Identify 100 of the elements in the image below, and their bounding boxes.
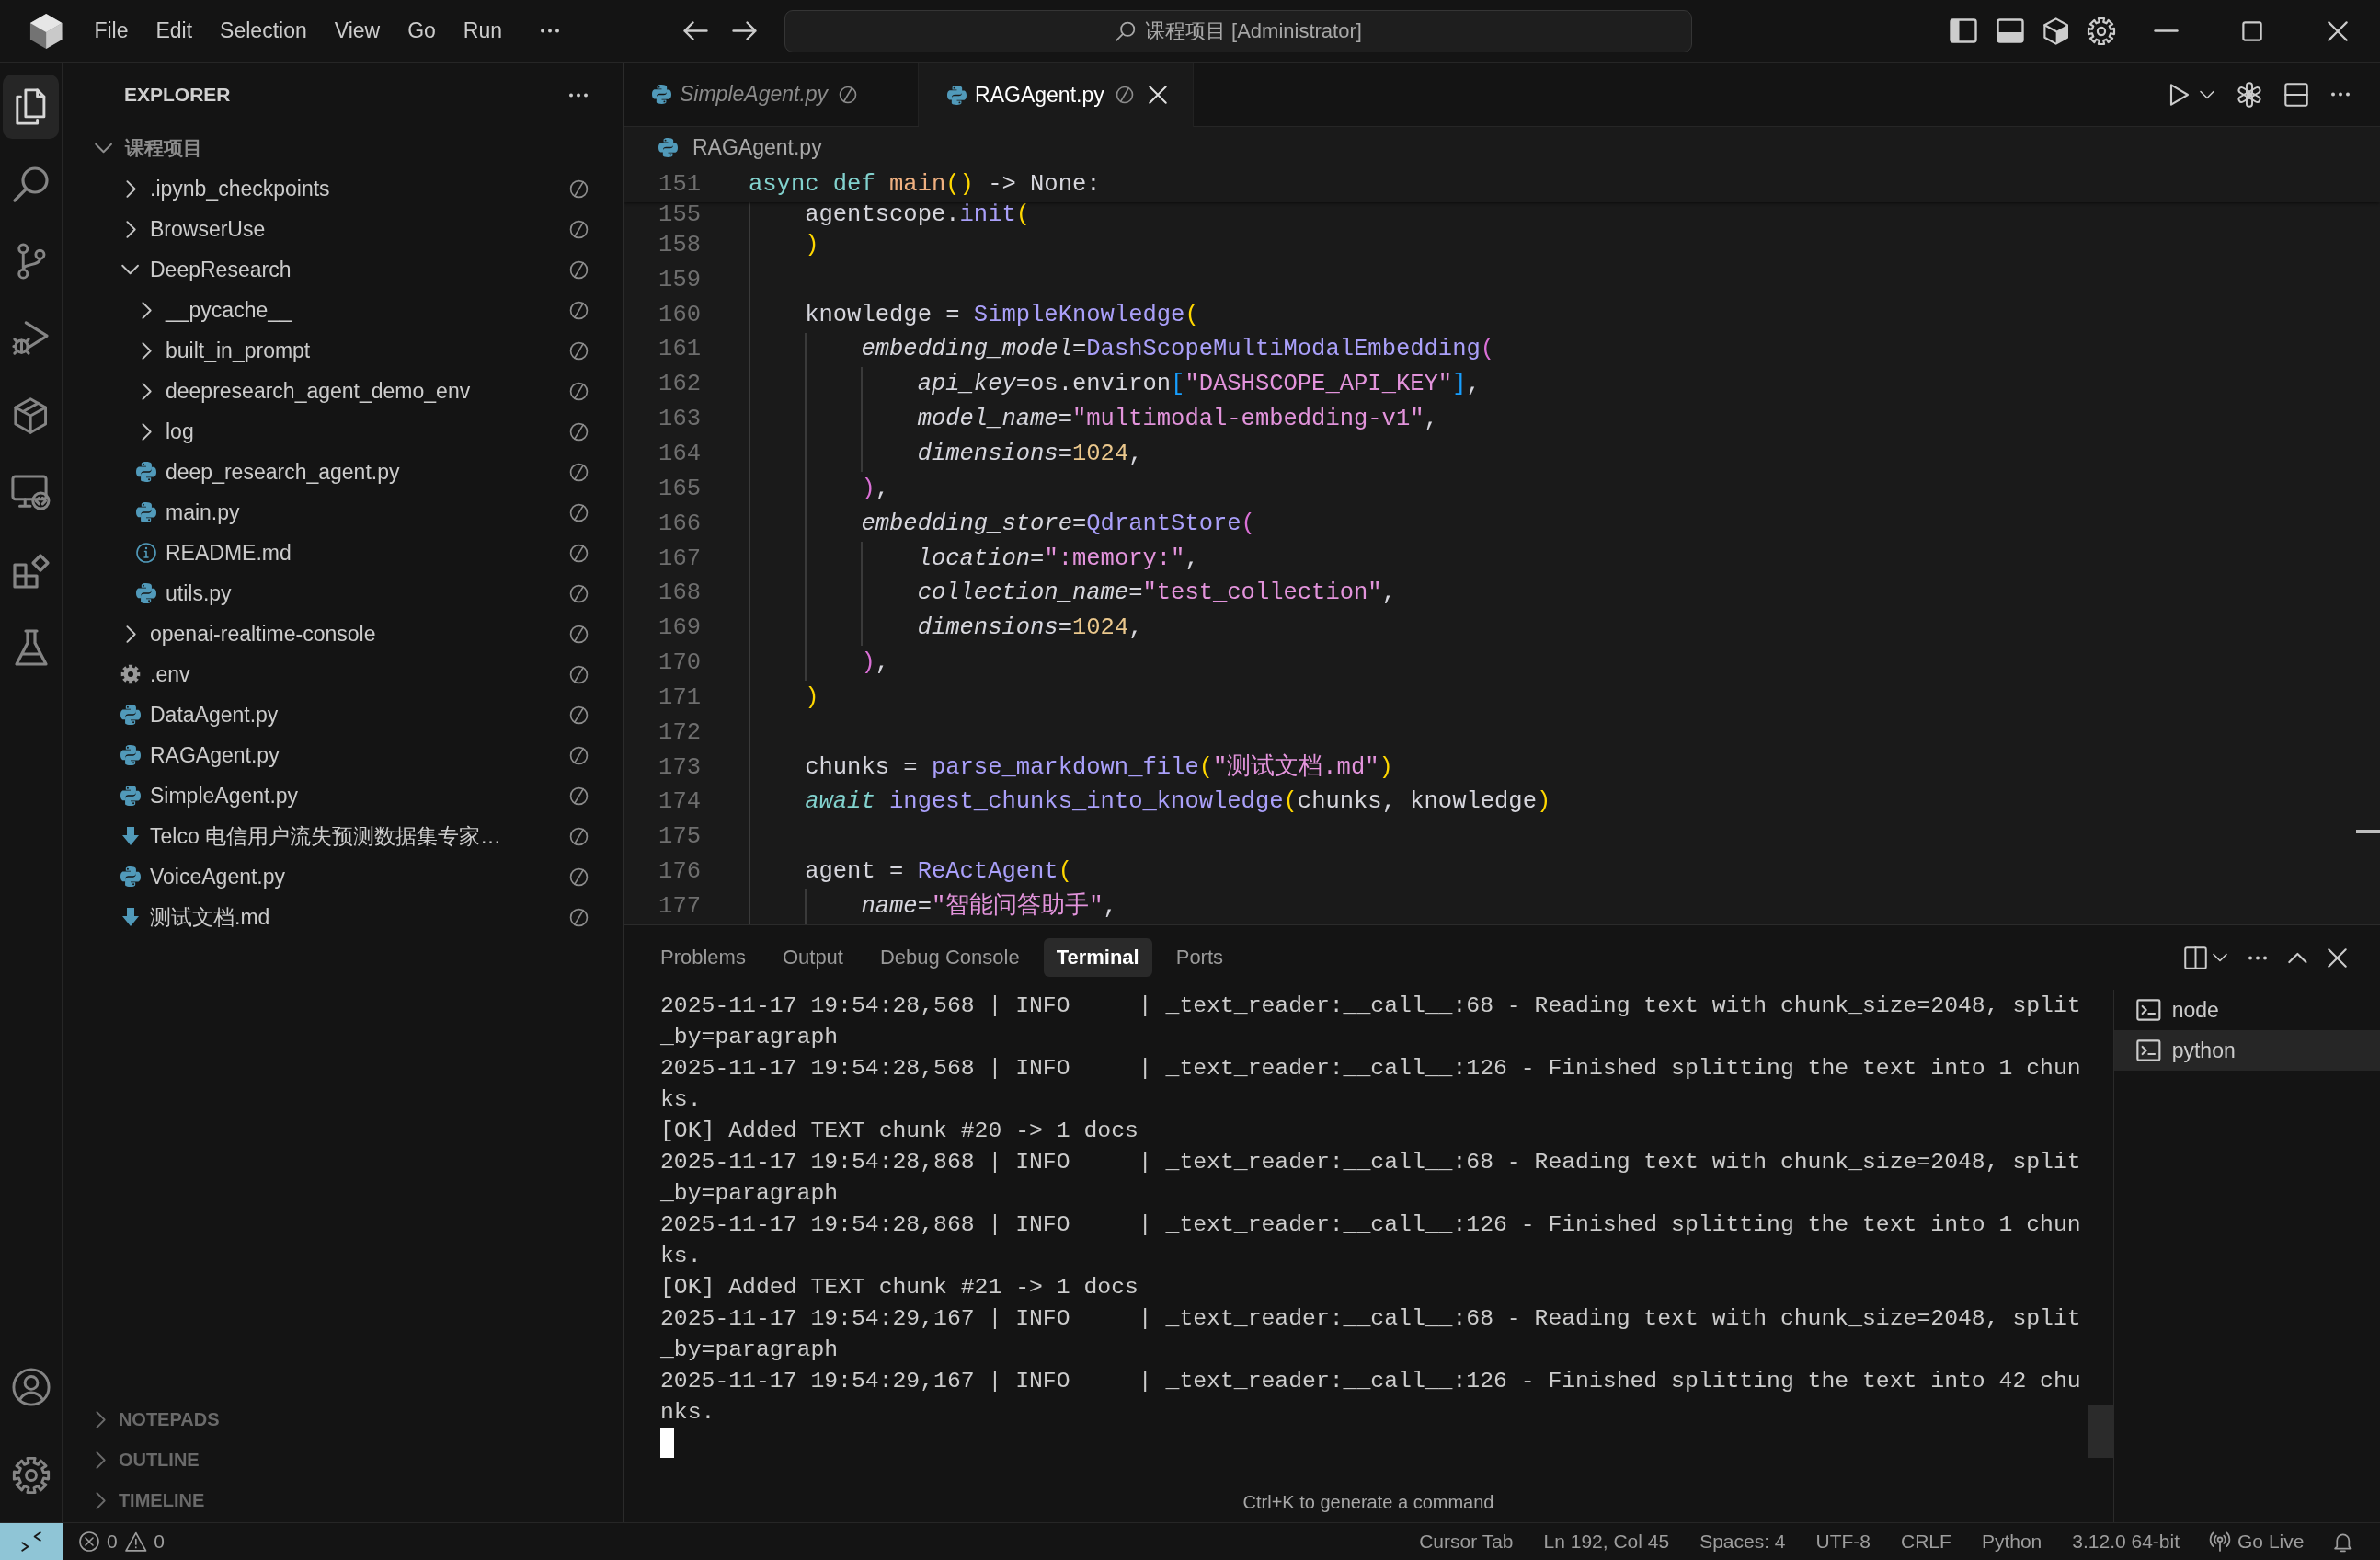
line-number: 164 bbox=[658, 440, 701, 469]
panel-tab[interactable]: Terminal bbox=[1043, 938, 1152, 977]
tree-item[interactable]: DataAgent.py bbox=[63, 694, 623, 735]
slashed-circle-icon bbox=[569, 219, 589, 239]
tree-item[interactable]: BrowserUse bbox=[63, 209, 623, 249]
more-icon[interactable] bbox=[568, 92, 589, 98]
code-line: agentscope.init( bbox=[804, 202, 1031, 228]
info-icon bbox=[136, 543, 156, 563]
panel-tab[interactable]: Problems bbox=[647, 938, 759, 977]
python-file-icon bbox=[136, 583, 156, 603]
tree-item[interactable]: DeepResearch bbox=[63, 249, 623, 290]
tree-item[interactable]: utils.py bbox=[63, 573, 623, 614]
more-icon[interactable] bbox=[540, 29, 561, 33]
sidebar-toggle-icon[interactable] bbox=[1949, 18, 1977, 43]
tree-item[interactable]: Telco 电信用户流失预测数据集专家… bbox=[63, 816, 623, 856]
menu-item[interactable]: Selection bbox=[206, 13, 321, 49]
split-editor-icon[interactable] bbox=[2284, 82, 2308, 107]
slashed-circle-icon bbox=[569, 907, 589, 927]
warning-icon[interactable] bbox=[124, 1531, 147, 1552]
root-folder[interactable]: 课程项目 bbox=[63, 127, 623, 168]
tree-item[interactable]: .env bbox=[63, 654, 623, 694]
tree-item[interactable]: log bbox=[63, 411, 623, 452]
cube-icon[interactable] bbox=[2042, 17, 2068, 45]
close-icon[interactable] bbox=[2327, 20, 2348, 41]
terminal-line: 2025-11-17 19:54:28,568 | INFO | _text_reader:__call__:68 - Reading text with chunk_size=2048, split_by=paragraph bbox=[660, 992, 2081, 1051]
breadcrumb[interactable]: RAGAgent.py bbox=[658, 134, 822, 160]
tree-item[interactable]: .ipynb_checkpoints bbox=[63, 168, 623, 209]
tree-item[interactable]: SimpleAgent.py bbox=[63, 775, 623, 816]
tree-item[interactable]: VoiceAgent.py bbox=[63, 856, 623, 897]
menu-item[interactable]: File bbox=[80, 13, 143, 49]
status-item[interactable]: Spaces: 4 bbox=[1699, 1531, 1786, 1553]
line-number: 155 bbox=[658, 202, 701, 228]
chevron-down-icon[interactable] bbox=[2213, 953, 2228, 962]
slashed-circle-icon bbox=[569, 421, 589, 442]
slashed-circle-icon bbox=[569, 786, 589, 806]
status-item[interactable]: Ln 192, Col 45 bbox=[1543, 1531, 1670, 1553]
tree-item[interactable]: RAGAgent.py bbox=[63, 735, 623, 775]
code-line: ) bbox=[804, 682, 819, 713]
back-arrow-icon[interactable] bbox=[683, 21, 709, 40]
code-line: ), bbox=[860, 648, 890, 679]
split-terminal-icon[interactable] bbox=[2184, 946, 2208, 969]
panel-tab[interactable]: Debug Console bbox=[866, 938, 1033, 977]
menu-item[interactable]: Go bbox=[394, 13, 450, 49]
slashed-circle-icon bbox=[569, 178, 589, 199]
more-icon[interactable] bbox=[2248, 955, 2269, 960]
error-count[interactable]: 0 bbox=[107, 1531, 118, 1553]
go-live-button[interactable]: Go Live bbox=[2210, 1531, 2305, 1553]
flower-icon[interactable] bbox=[2237, 81, 2262, 108]
settings-icon[interactable] bbox=[2088, 17, 2115, 45]
tree-item[interactable]: openai-realtime-console bbox=[63, 614, 623, 654]
menu-item[interactable]: Run bbox=[449, 13, 517, 49]
python-file-icon bbox=[120, 786, 141, 806]
menu-item[interactable]: Edit bbox=[142, 13, 207, 49]
status-item[interactable]: Cursor Tab bbox=[1419, 1531, 1514, 1553]
tree-item[interactable]: README.md bbox=[63, 533, 623, 573]
down-arrow-icon bbox=[122, 907, 139, 927]
tree-item[interactable]: 测试文档.md bbox=[63, 897, 623, 937]
code-line: knowledge = SimpleKnowledge( bbox=[804, 300, 1199, 330]
minimize-icon[interactable] bbox=[2154, 29, 2179, 32]
line-number: 173 bbox=[658, 752, 701, 783]
terminal-item[interactable]: node bbox=[2114, 990, 2380, 1030]
python-file-icon bbox=[947, 85, 967, 105]
remote-button[interactable] bbox=[0, 1523, 63, 1560]
chevron-down-icon[interactable] bbox=[2200, 89, 2214, 99]
files-icon[interactable] bbox=[3, 75, 59, 139]
python-file-icon bbox=[136, 462, 156, 482]
status-item[interactable]: Python bbox=[1981, 1531, 2042, 1553]
terminal-item[interactable]: python bbox=[2114, 1030, 2380, 1071]
status-item[interactable]: 3.12.0 64-bit bbox=[2072, 1531, 2180, 1553]
line-number: 162 bbox=[658, 370, 701, 400]
editor-tab[interactable]: RAGAgent.py bbox=[919, 63, 1194, 127]
chevron-up-icon[interactable] bbox=[2288, 951, 2307, 964]
python-file-icon bbox=[120, 745, 141, 765]
code-line: dimensions=1024, bbox=[916, 614, 1143, 644]
close-icon[interactable] bbox=[1148, 86, 1167, 104]
tree-item[interactable]: __pycache__ bbox=[63, 290, 623, 330]
menu-item[interactable]: View bbox=[320, 13, 395, 49]
tree-item[interactable]: deep_research_agent.py bbox=[63, 452, 623, 492]
line-number: 177 bbox=[658, 891, 701, 922]
more-icon[interactable] bbox=[2330, 92, 2351, 97]
panel-tab[interactable]: Output bbox=[769, 938, 856, 977]
tree-item[interactable]: deepresearch_agent_demo_env bbox=[63, 371, 623, 411]
search-box[interactable]: 课程项目 [Administrator] bbox=[784, 9, 1693, 52]
panel-tab[interactable]: Ports bbox=[1162, 938, 1237, 977]
tree-item[interactable]: main.py bbox=[63, 492, 623, 533]
forward-arrow-icon[interactable] bbox=[732, 21, 758, 40]
error-icon[interactable] bbox=[79, 1531, 99, 1552]
code-line: model_name="multimodal-embedding-v1", bbox=[916, 405, 1438, 435]
panel-toggle-icon[interactable] bbox=[1996, 18, 2024, 43]
status-item[interactable]: UTF-8 bbox=[1815, 1531, 1871, 1553]
warning-count[interactable]: 0 bbox=[154, 1531, 165, 1553]
status-item[interactable]: CRLF bbox=[1901, 1531, 1951, 1553]
tree-item[interactable]: built_in_prompt bbox=[63, 330, 623, 371]
line-number: 168 bbox=[658, 579, 701, 609]
slashed-circle-icon bbox=[569, 462, 589, 482]
play-icon[interactable] bbox=[2168, 83, 2189, 106]
maximize-icon[interactable] bbox=[2241, 20, 2262, 41]
close-icon[interactable] bbox=[2328, 947, 2347, 968]
slashed-circle-icon bbox=[569, 340, 589, 361]
terminal-cursor bbox=[660, 1428, 674, 1458]
